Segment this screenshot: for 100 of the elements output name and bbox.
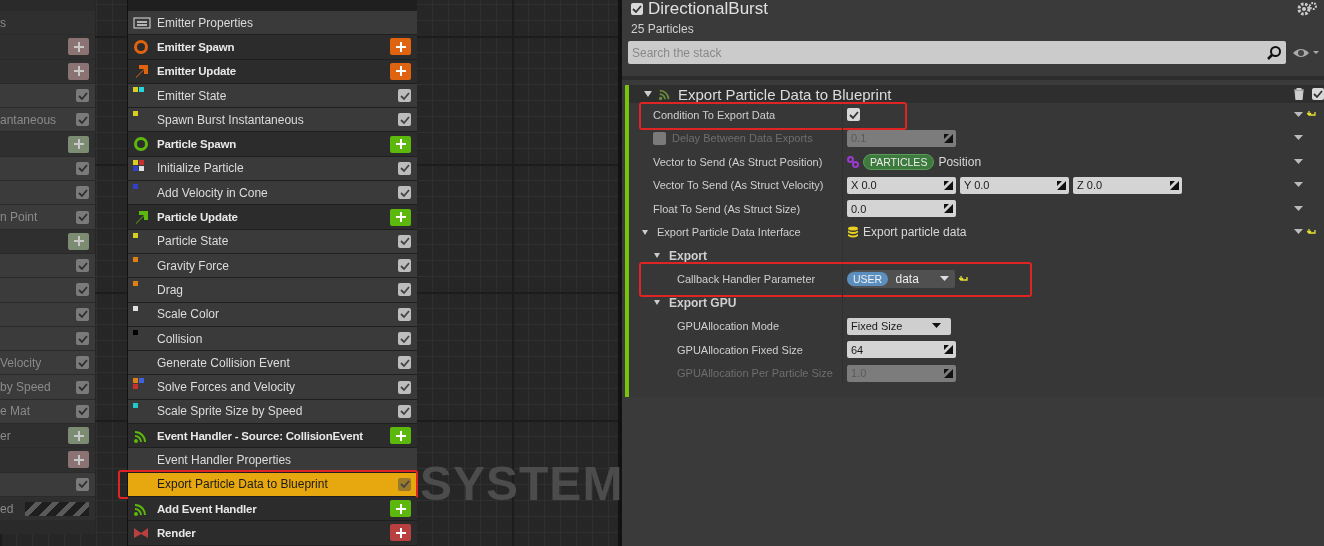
stack-row[interactable]: Generate Collision Event xyxy=(128,351,417,375)
checkbox[interactable] xyxy=(398,89,411,103)
stack-row[interactable]: Emitter Update xyxy=(128,59,417,83)
settings-icon[interactable] xyxy=(1296,1,1318,17)
stack-row[interactable]: Drag xyxy=(128,278,417,302)
plus-icon xyxy=(395,66,406,77)
add-button[interactable] xyxy=(68,135,89,153)
checkbox[interactable] xyxy=(398,234,411,248)
collapse-arrow-icon[interactable] xyxy=(644,91,652,97)
check-icon xyxy=(77,382,88,393)
stack-row[interactable]: Emitter Spawn xyxy=(128,35,417,59)
add-button[interactable] xyxy=(390,500,411,518)
add-button[interactable] xyxy=(68,232,89,250)
add-button[interactable] xyxy=(68,38,89,56)
binding-value: Position xyxy=(938,154,982,169)
ring-icon xyxy=(133,136,149,153)
plus-icon xyxy=(395,503,406,514)
add-button[interactable] xyxy=(68,62,89,80)
checkbox[interactable] xyxy=(631,3,643,15)
checkbox[interactable] xyxy=(398,404,411,418)
module-label: Velocity xyxy=(0,355,42,370)
stack-row[interactable]: Initialize Particle xyxy=(128,156,417,181)
stack-row[interactable]: Solve Forces and Velocity xyxy=(128,375,417,399)
number-field[interactable]: 0.0 xyxy=(847,200,956,218)
section-header: Export xyxy=(669,248,707,263)
checkbox[interactable] xyxy=(398,283,411,297)
reset-icon[interactable] xyxy=(959,274,969,284)
checkbox[interactable] xyxy=(398,161,411,175)
caret-icon[interactable] xyxy=(1294,158,1303,165)
stack-row[interactable]: Emitter Properties xyxy=(128,11,417,35)
stack-row[interactable]: Collision xyxy=(128,326,417,351)
caret-icon[interactable] xyxy=(1294,205,1303,212)
checkbox[interactable] xyxy=(398,307,411,321)
checkbox[interactable] xyxy=(76,356,89,370)
number-field[interactable]: 64 xyxy=(847,341,956,359)
checkbox[interactable] xyxy=(76,477,89,491)
stack-row[interactable]: Event Handler Properties xyxy=(128,448,417,472)
stack-row[interactable]: Particle State xyxy=(128,229,417,253)
vector-component-field[interactable]: Y 0.0 xyxy=(960,176,1069,194)
stack-row[interactable]: Add Velocity in Cone xyxy=(128,181,417,205)
check-icon xyxy=(399,382,410,393)
checkbox[interactable] xyxy=(76,186,89,200)
parameter-dropdown[interactable]: USER data xyxy=(847,270,955,289)
checkbox[interactable] xyxy=(76,332,89,345)
checkbox[interactable] xyxy=(398,259,411,273)
stack-row[interactable]: Add Event Handler xyxy=(128,496,417,521)
add-button[interactable] xyxy=(390,524,411,542)
stack-row[interactable]: Scale Sprite Size by Speed xyxy=(128,399,417,424)
caret-icon[interactable] xyxy=(1294,229,1303,236)
checkbox[interactable] xyxy=(76,283,89,297)
vector-component-field[interactable]: Z 0.0 xyxy=(1073,176,1182,194)
check-icon xyxy=(77,333,88,344)
add-button[interactable] xyxy=(390,135,411,153)
checkbox[interactable] xyxy=(398,113,411,127)
checkbox[interactable] xyxy=(76,380,89,394)
collapse-arrow-icon[interactable] xyxy=(654,253,660,259)
stack-row[interactable]: Scale Color xyxy=(128,302,417,326)
reset-icon[interactable] xyxy=(1307,227,1317,237)
hazard-stripes xyxy=(25,501,89,516)
stack-row[interactable]: Gravity Force xyxy=(128,253,417,278)
trash-icon[interactable] xyxy=(1294,88,1304,100)
stack-row[interactable]: Particle Spawn xyxy=(128,132,417,156)
checkbox[interactable] xyxy=(76,259,89,273)
vector-component-field[interactable]: X 0.0 xyxy=(847,176,956,194)
add-button[interactable] xyxy=(68,427,89,445)
checkbox[interactable] xyxy=(76,404,89,418)
property-label: Vector To Send (As Struct Velocity) xyxy=(653,179,824,192)
plus-icon xyxy=(73,139,84,150)
stack-row[interactable]: Particle Update xyxy=(128,205,417,229)
checkbox[interactable] xyxy=(847,108,860,122)
checkbox[interactable] xyxy=(76,113,89,127)
add-button[interactable] xyxy=(390,38,411,56)
checkbox[interactable] xyxy=(398,380,411,394)
checkbox[interactable] xyxy=(398,477,411,491)
check-icon xyxy=(399,357,410,368)
add-button[interactable] xyxy=(390,208,411,226)
checkbox[interactable] xyxy=(1312,88,1324,100)
stack-row[interactable]: Spawn Burst Instantaneous xyxy=(128,108,417,132)
add-button[interactable] xyxy=(68,451,89,469)
search-icon xyxy=(1266,45,1282,61)
caret-icon[interactable] xyxy=(1294,182,1303,189)
checkbox[interactable] xyxy=(398,356,411,370)
dropdown[interactable]: Fixed Size xyxy=(847,317,951,335)
checkbox[interactable] xyxy=(76,161,89,175)
stack-row[interactable]: Event Handler - Source: CollisionEvent xyxy=(128,424,417,448)
search-field[interactable]: Search the stack xyxy=(628,41,1286,64)
section-header: Export GPU xyxy=(669,295,737,310)
checkbox[interactable] xyxy=(398,186,411,200)
namespace-badge: PARTICLES xyxy=(863,153,935,170)
stack-row[interactable]: Emitter State xyxy=(128,83,417,108)
checkbox[interactable] xyxy=(76,89,89,103)
stack-row[interactable]: Render xyxy=(128,521,417,545)
collapse-arrow-icon[interactable] xyxy=(642,229,648,235)
checkbox[interactable] xyxy=(76,307,89,321)
add-button[interactable] xyxy=(390,427,411,445)
collapse-arrow-icon[interactable] xyxy=(654,300,660,306)
caret-icon[interactable] xyxy=(1294,111,1303,118)
add-button[interactable] xyxy=(390,62,411,80)
checkbox[interactable] xyxy=(398,332,411,345)
checkbox[interactable] xyxy=(76,210,89,224)
